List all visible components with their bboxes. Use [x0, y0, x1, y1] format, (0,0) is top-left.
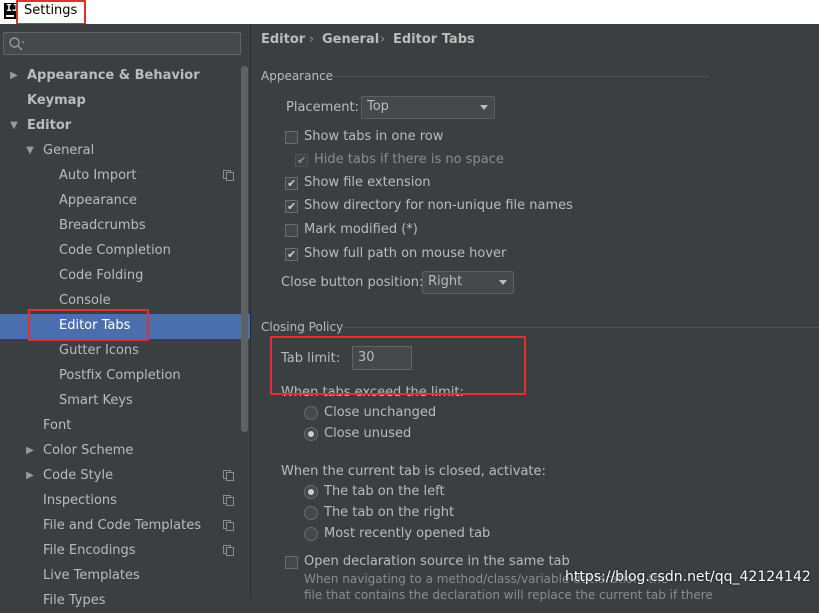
- chevron-right-icon: ▶: [10, 70, 18, 81]
- mark-modified-checkbox[interactable]: [285, 224, 298, 237]
- project-scope-icon: [223, 545, 234, 556]
- tree-item-live-templates[interactable]: Live Templates: [43, 563, 140, 588]
- close-unchanged-radio[interactable]: [304, 406, 318, 420]
- project-scope-icon: [223, 470, 234, 481]
- placement-dropdown[interactable]: Top: [361, 96, 495, 119]
- title-bar: IJ Settings: [0, 0, 819, 24]
- mark-modified-label: Mark modified (*): [304, 222, 418, 237]
- watermark: https://blog.csdn.net/qq_42124142: [565, 569, 811, 585]
- project-scope-icon: [223, 520, 234, 531]
- tree-item-font[interactable]: Font: [43, 413, 71, 438]
- highlight-box-tab-limit: [270, 336, 526, 395]
- tab-right-label: The tab on the right: [324, 505, 455, 520]
- tab-right-radio[interactable]: [304, 506, 318, 520]
- dropdown-arrow-icon: [499, 280, 507, 285]
- check-icon: ✔: [287, 177, 297, 190]
- show-full-path-label: Show full path on mouse hover: [304, 246, 507, 261]
- radio-selected-icon: [308, 431, 314, 437]
- check-icon: ✔: [297, 154, 307, 167]
- breadcrumb-general[interactable]: General: [322, 32, 379, 47]
- hide-tabs-checkbox[interactable]: ✔: [295, 154, 308, 167]
- show-tabs-one-row-checkbox[interactable]: [285, 131, 298, 144]
- tree-item-gutter-icons[interactable]: Gutter Icons: [59, 338, 139, 363]
- open-declaration-hint-2: file that contains the declaration will …: [304, 588, 713, 602]
- show-tabs-one-row-label: Show tabs in one row: [304, 129, 444, 144]
- open-declaration-label: Open declaration source in the same tab: [304, 554, 570, 569]
- chevron-right-icon: ▶: [26, 470, 34, 481]
- chevron-down-icon: ▼: [26, 145, 34, 156]
- most-recent-radio[interactable]: [304, 527, 318, 541]
- close-unused-label: Close unused: [324, 426, 412, 441]
- show-full-path-checkbox[interactable]: ✔: [285, 248, 298, 261]
- show-file-extension-label: Show file extension: [304, 175, 431, 190]
- search-icon: [9, 37, 24, 51]
- chevron-right-icon: ▶: [26, 445, 34, 456]
- tree-item-file-types[interactable]: File Types: [43, 588, 106, 613]
- breadcrumb-separator-icon: ›: [309, 32, 315, 47]
- hide-tabs-label: Hide tabs if there is no space: [314, 152, 504, 167]
- tree-item-file-code-templates[interactable]: File and Code Templates: [43, 513, 201, 538]
- tree-item-code-completion[interactable]: Code Completion: [59, 238, 171, 263]
- sidebar-scrollbar[interactable]: [241, 66, 248, 432]
- breadcrumb-editor[interactable]: Editor: [261, 32, 305, 47]
- check-icon: ✔: [287, 248, 297, 261]
- tree-item-smart-keys[interactable]: Smart Keys: [59, 388, 133, 413]
- tree-item-inspections[interactable]: Inspections: [43, 488, 117, 513]
- section-appearance-title: Appearance: [261, 69, 334, 83]
- breadcrumb-separator-icon: ›: [380, 32, 386, 47]
- tab-left-label: The tab on the left: [324, 484, 445, 499]
- chevron-down-icon: ▼: [10, 120, 18, 131]
- tree-item-appearance[interactable]: Appearance: [59, 188, 137, 213]
- close-button-position-label: Close button position:: [281, 275, 424, 290]
- radio-selected-icon: [308, 489, 314, 495]
- show-directory-label: Show directory for non-unique file names: [304, 198, 573, 213]
- section-divider: [341, 327, 819, 328]
- tree-item-file-encodings[interactable]: File Encodings: [43, 538, 136, 563]
- dropdown-arrow-icon: [480, 105, 488, 110]
- breadcrumb-editor-tabs: Editor Tabs: [393, 32, 475, 47]
- open-declaration-checkbox[interactable]: [285, 556, 298, 569]
- search-input[interactable]: [3, 32, 241, 55]
- section-closing-policy-title: Closing Policy: [261, 320, 344, 334]
- tree-item-auto-import[interactable]: Auto Import: [59, 163, 136, 188]
- activate-label: When the current tab is closed, activate…: [281, 464, 546, 479]
- close-button-position-dropdown[interactable]: Right: [422, 271, 514, 294]
- close-unchanged-label: Close unchanged: [324, 405, 437, 420]
- placement-label: Placement:: [286, 100, 359, 115]
- project-scope-icon: [223, 170, 234, 181]
- tree-item-postfix-completion[interactable]: Postfix Completion: [59, 363, 181, 388]
- tree-item-keymap[interactable]: Keymap: [27, 88, 86, 113]
- highlight-box-title: [16, 0, 86, 25]
- section-divider: [331, 76, 709, 77]
- check-icon: ✔: [287, 200, 297, 213]
- highlight-box-editor-tabs: [28, 309, 149, 341]
- most-recent-label: Most recently opened tab: [324, 526, 491, 541]
- close-unused-radio[interactable]: [304, 427, 318, 441]
- project-scope-icon: [223, 495, 234, 506]
- settings-content: Editor › General › Editor Tabs Appearanc…: [251, 24, 819, 602]
- tree-item-breadcrumbs[interactable]: Breadcrumbs: [59, 213, 146, 238]
- show-file-extension-checkbox[interactable]: ✔: [285, 177, 298, 190]
- tree-item-code-folding[interactable]: Code Folding: [59, 263, 143, 288]
- show-directory-checkbox[interactable]: ✔: [285, 200, 298, 213]
- tab-left-radio[interactable]: [304, 485, 318, 499]
